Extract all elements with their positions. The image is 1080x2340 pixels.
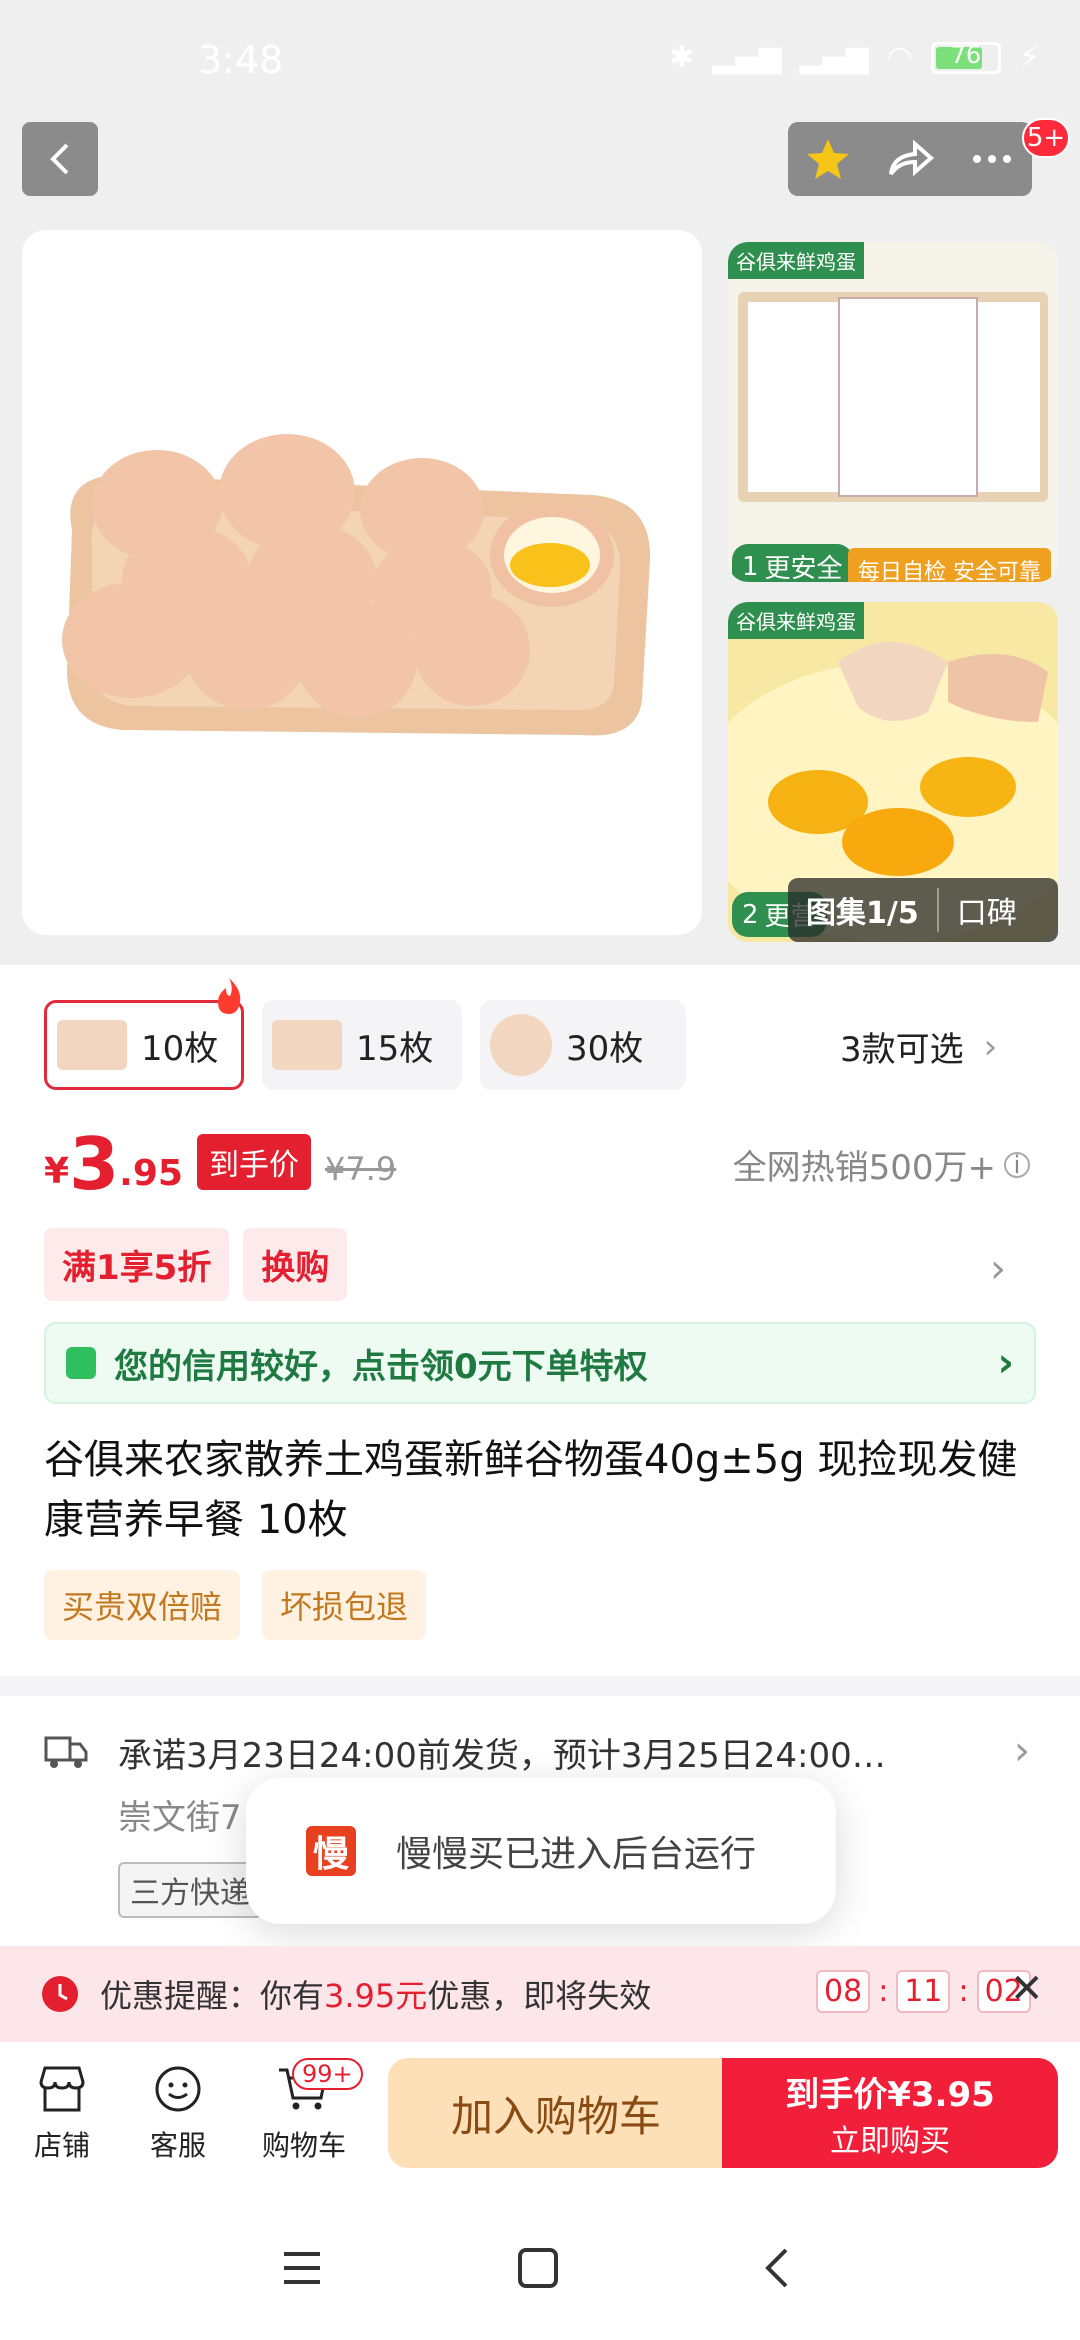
star-icon[interactable] (805, 136, 851, 182)
menu-icon[interactable] (280, 2248, 324, 2288)
notification-badge: 5+ (1022, 118, 1070, 158)
price: ¥ 3 .95 (44, 1122, 183, 1206)
promo-discount[interactable]: 满1享5折 (44, 1228, 230, 1301)
sales-count: 全网热销500万+ i (733, 1140, 1030, 1189)
shopping-bag-icon (66, 1347, 96, 1379)
variant-label: 30枚 (566, 1028, 644, 1069)
thumb-label-num: 2 (742, 899, 759, 930)
nav-service[interactable]: 客服 (150, 2064, 206, 2164)
status-bar: 3:48 ✱ ▂▄▆ ▂▄▆ ◠ 76 ⚡ (0, 0, 1080, 120)
shipping-address: 崇文街7 (118, 1798, 242, 1838)
back-nav-icon[interactable] (756, 2246, 800, 2290)
thumbnail-certificate[interactable]: 谷俱来鲜鸡蛋 1 更安全 每日自检 安全可靠 (728, 242, 1058, 582)
add-to-cart-button[interactable]: 加入购物车 (388, 2058, 724, 2168)
system-navigation-bar (0, 2192, 1080, 2340)
bluetooth-icon: ✱ (669, 40, 695, 75)
background-toast: 慢 慢慢买已进入后台运行 (246, 1778, 836, 1924)
thumb-label-num: 1 (742, 551, 759, 582)
reminder-amount: 3.95元 (324, 1977, 428, 2015)
gallery-counter-pill[interactable]: 图集1/5 口碑 (788, 878, 1058, 942)
gallery-counter: 图集1/5 (788, 888, 939, 932)
reminder-prefix: 优惠提醒：你有 (100, 1977, 325, 2015)
buy-now-button[interactable]: 到手价¥3.95 立即购买 (722, 2058, 1058, 2168)
more-variants-label: 3款可选 (840, 1030, 964, 1070)
signal-icon-2: ▂▄▆ (799, 40, 869, 75)
chevron-right-icon: › (1014, 1728, 1030, 1774)
nav-label: 客服 (150, 2129, 207, 2162)
main-product-image[interactable] (22, 230, 702, 935)
service-icon (155, 2066, 201, 2112)
variant-label: 15枚 (356, 1028, 434, 1069)
wifi-icon: ◠ (886, 40, 913, 75)
thumb-caption: 每日自检 安全可靠 (848, 548, 1051, 582)
variant-selector: 10枚 15枚 30枚 (44, 1000, 686, 1090)
home-icon[interactable] (516, 2246, 560, 2290)
original-price: ¥7.9 (324, 1150, 397, 1188)
back-button[interactable] (22, 122, 98, 196)
credit-banner[interactable]: 您的信用较好，点击领0元下单特权 › (44, 1322, 1036, 1404)
final-price-tag: 到手价 (196, 1134, 311, 1190)
header-actions (788, 122, 1032, 196)
thumb-brand: 谷俱来鲜鸡蛋 (728, 242, 864, 279)
truck-icon (44, 1736, 88, 1768)
close-icon[interactable]: ✕ (1010, 1966, 1044, 2012)
buy-now-label: 立即购买 (830, 2123, 950, 2159)
hot-flame-icon (218, 978, 241, 1014)
battery-icon: 76 (930, 41, 1001, 74)
chevron-right-icon: › (997, 1340, 1014, 1386)
product-title: 谷俱来农家散养土鸡蛋新鲜谷物蛋40g±5g 现捡现发健康营养早餐 10枚 (44, 1437, 1018, 1543)
info-icon[interactable]: i (1004, 1151, 1030, 1179)
variant-thumb (272, 1020, 342, 1070)
service-tag[interactable]: 买贵双倍赔 (44, 1570, 241, 1640)
service-tags: 买贵双倍赔 坏损包退 (44, 1570, 427, 1640)
share-icon[interactable] (885, 136, 935, 182)
signal-icon: ▂▄▆ (712, 40, 782, 75)
countdown-timer: 08: 11: 02 (816, 1970, 1031, 2013)
chevron-right-icon: › (983, 1026, 998, 1067)
cart-count-badge: 99+ (292, 2058, 363, 2090)
app-icon: 慢 (306, 1826, 356, 1876)
promo-exchange[interactable]: 换购 (243, 1228, 348, 1301)
clock-icon (42, 1976, 78, 2012)
shipping-promise: 承诺3月23日24:00前发货，预计3月25日24:00… (118, 1736, 886, 1776)
nav-label: 店铺 (34, 2129, 91, 2162)
variant-label: 10枚 (141, 1028, 219, 1069)
timer-hours: 08 (816, 1970, 871, 2013)
credit-text: 您的信用较好，点击领0元下单特权 (114, 1346, 648, 1387)
timer-minutes: 11 (896, 1970, 951, 2013)
buy-price-line: 到手价¥3.95 (785, 2074, 995, 2115)
service-tag[interactable]: 坏损包退 (262, 1570, 427, 1640)
section-divider (0, 1676, 1080, 1696)
promo-chevron-icon[interactable]: › (990, 1246, 1006, 1292)
status-time: 3:48 (198, 38, 284, 82)
thumb-label: 更安全 (764, 554, 843, 582)
more-icon[interactable] (969, 136, 1015, 182)
store-icon (39, 2066, 85, 2112)
carrier-tag: 三方快递 (118, 1862, 262, 1918)
review-tab[interactable]: 口碑 (939, 888, 1035, 932)
status-icons: ✱ ▂▄▆ ▂▄▆ ◠ 76 ⚡ (669, 40, 1040, 75)
toast-message: 慢慢买已进入后台运行 (396, 1834, 757, 1875)
charging-icon: ⚡ (1018, 40, 1040, 75)
more-variants-link[interactable]: 3款可选 › (840, 1022, 997, 1071)
chevron-left-icon (50, 143, 69, 175)
nav-store[interactable]: 店铺 (34, 2064, 90, 2164)
promo-row[interactable]: 满1享5折 换购 (44, 1228, 348, 1301)
variant-15[interactable]: 15枚 (262, 1000, 462, 1090)
variant-30[interactable]: 30枚 (480, 1000, 686, 1090)
variant-thumb (57, 1020, 127, 1070)
nav-label: 购物车 (262, 2129, 347, 2162)
variant-thumb (490, 1014, 552, 1076)
price-row: ¥ 3 .95 到手价 ¥7.9 (44, 1120, 396, 1200)
reminder-suffix: 优惠，即将失效 (427, 1977, 652, 2015)
